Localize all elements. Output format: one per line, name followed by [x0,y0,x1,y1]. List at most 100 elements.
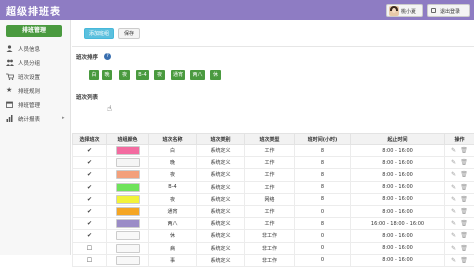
order-chip[interactable]: 夜 [154,70,165,80]
color-cell[interactable] [107,193,149,205]
add-group-button[interactable]: 添加班组 [84,28,114,39]
color-swatch[interactable] [116,244,140,253]
order-chip[interactable]: 夜 [119,70,130,80]
color-swatch[interactable] [116,158,140,167]
shift-name: 病 [149,242,197,254]
color-swatch[interactable] [116,195,140,204]
color-swatch[interactable] [116,146,140,155]
select-checkbox[interactable]: ✔ [73,181,107,193]
color-swatch[interactable] [116,219,140,228]
order-chip[interactable]: 通宵 [171,70,185,80]
shift-type: 工作 [245,218,295,230]
select-checkbox[interactable]: ✔ [73,157,107,169]
select-checkbox[interactable]: ✔ [73,169,107,181]
select-checkbox[interactable]: ☐ [73,254,107,266]
delete-icon[interactable]: 🗑 [460,184,468,191]
edit-icon[interactable]: ✎ [451,220,456,227]
delete-icon[interactable]: 🗑 [460,159,468,166]
color-cell[interactable] [107,254,149,266]
order-chip[interactable]: 晚 [102,70,112,80]
sidebar-item-shift-settings[interactable]: 班次设置 [0,70,70,83]
actions-cell: ✎🗑 [445,181,474,193]
column-header[interactable]: 选择班次 [73,134,107,145]
order-chip[interactable]: B-4 [136,70,149,80]
select-checkbox[interactable]: ✔ [73,218,107,230]
logout-icon [431,8,436,13]
color-swatch[interactable] [116,231,140,240]
color-cell[interactable] [107,145,149,157]
shift-time: 8:00 - 16:00 [351,169,445,181]
edit-icon[interactable]: ✎ [451,184,456,191]
order-chip[interactable]: 休 [210,70,221,80]
edit-icon[interactable]: ✎ [451,257,456,264]
shift-time: 16:00 - 18:00 - 16:00 [351,218,445,230]
chevron-right-icon: ▸ [62,115,65,121]
color-cell[interactable] [107,169,149,181]
edit-icon[interactable]: ✎ [451,232,456,239]
checkbox-icon: ✔ [87,208,92,215]
sidebar-item-groups[interactable]: 人员分组 [0,56,70,69]
table-row: ☐病系统定义非工作08:00 - 16:00✎🗑 [73,242,474,254]
sidebar-header[interactable]: 排班管理 [6,25,62,37]
edit-icon[interactable]: ✎ [451,208,456,215]
table-row: ✔B-4系统定义工作88:00 - 16:00✎🗑 [73,181,474,193]
column-header[interactable]: 班次类别 [197,134,245,145]
color-cell[interactable] [107,181,149,193]
sidebar-item-personnel[interactable]: 人员信息 [0,42,70,55]
select-checkbox[interactable]: ☐ [73,242,107,254]
delete-icon[interactable]: 🗑 [460,147,468,154]
select-checkbox[interactable]: ✔ [73,230,107,242]
actions-cell: ✎🗑 [445,242,474,254]
sidebar-item-label: 排班管理 [18,101,40,109]
edit-icon[interactable]: ✎ [451,159,456,166]
order-chip[interactable]: 两八 [190,70,205,80]
top-bar: 超级排班表 桃小夏 退出登录 [0,0,474,20]
color-cell[interactable] [107,242,149,254]
actions-cell: ✎🗑 [445,193,474,205]
color-cell[interactable] [107,205,149,217]
edit-icon[interactable]: ✎ [451,147,456,154]
color-cell[interactable] [107,157,149,169]
save-button[interactable]: 保存 [118,28,140,39]
delete-icon[interactable]: 🗑 [460,208,468,215]
user-icon [6,45,13,52]
column-header[interactable]: 起止时间 [351,134,445,145]
delete-icon[interactable]: 🗑 [460,196,468,203]
edit-icon[interactable]: ✎ [451,171,456,178]
shift-name: 夜 [149,169,197,181]
color-swatch[interactable] [116,207,140,216]
shift-hours: 8 [295,193,351,205]
shift-type: 工作 [245,145,295,157]
column-header[interactable]: 班次类型 [245,134,295,145]
delete-icon[interactable]: 🗑 [460,220,468,227]
color-cell[interactable] [107,218,149,230]
logout-button[interactable]: 退出登录 [427,4,470,17]
delete-icon[interactable]: 🗑 [460,171,468,178]
edit-icon[interactable]: ✎ [451,196,456,203]
delete-icon[interactable]: 🗑 [460,232,468,239]
order-chip[interactable]: 白 [89,70,99,80]
help-icon[interactable]: ? [104,53,111,60]
select-checkbox[interactable]: ✔ [73,145,107,157]
sidebar-item-schedule[interactable]: 排班管理 [0,98,70,111]
shift-type: 工作 [245,157,295,169]
color-swatch[interactable] [116,183,140,192]
shift-category: 系统定义 [197,205,245,217]
column-header[interactable]: 班次名称 [149,134,197,145]
sidebar-item-reports[interactable]: 统计报表 ▸ [0,112,70,125]
select-checkbox[interactable]: ✔ [73,193,107,205]
delete-icon[interactable]: 🗑 [460,245,468,252]
color-swatch[interactable] [116,256,140,265]
sidebar-item-rules[interactable]: ★ 排班规则 [0,84,70,97]
select-checkbox[interactable]: ✔ [73,205,107,217]
delete-icon[interactable]: 🗑 [460,257,468,264]
shift-name: 两八 [149,218,197,230]
column-header[interactable]: 班组颜色 [107,134,149,145]
column-header[interactable]: 班时间(小时) [295,134,351,145]
shift-hours: 8 [295,157,351,169]
main-content: 添加班组 保存 班次排序 ? 白 晚 夜 B-4 夜 通宵 两八 休 班次列表 … [72,20,474,255]
color-swatch[interactable] [116,170,140,179]
edit-icon[interactable]: ✎ [451,245,456,252]
user-menu[interactable]: 桃小夏 [386,4,423,17]
color-cell[interactable] [107,230,149,242]
